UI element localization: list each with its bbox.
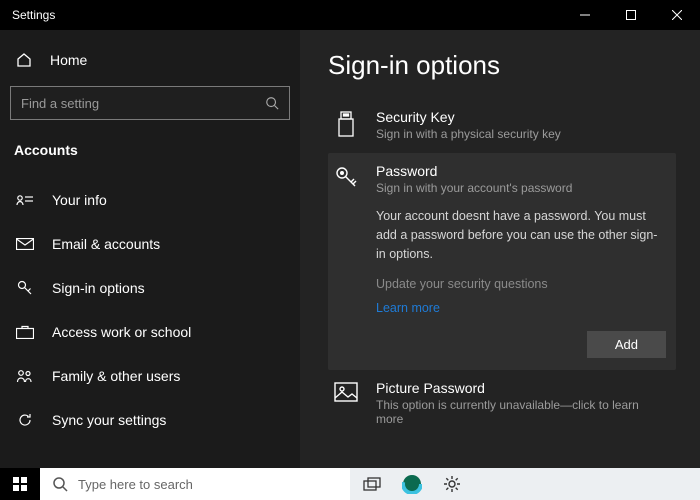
maximize-button[interactable] bbox=[608, 0, 654, 30]
close-button[interactable] bbox=[654, 0, 700, 30]
option-subtitle: Sign in with your account's password bbox=[376, 181, 666, 195]
option-title: Picture Password bbox=[376, 380, 666, 396]
person-card-icon bbox=[16, 193, 34, 207]
update-questions-link[interactable]: Update your security questions bbox=[376, 277, 666, 291]
home-icon bbox=[16, 52, 32, 68]
people-icon bbox=[16, 369, 34, 383]
sidebar: Home Accounts Your info bbox=[0, 30, 300, 468]
mail-icon bbox=[16, 238, 34, 250]
minimize-button[interactable] bbox=[562, 0, 608, 30]
add-button[interactable]: Add bbox=[587, 331, 666, 358]
taskbar: Type here to search bbox=[0, 468, 700, 500]
nav-label: Sign-in options bbox=[52, 280, 145, 296]
search-icon bbox=[265, 96, 279, 110]
nav-label: Email & accounts bbox=[52, 236, 160, 252]
picture-icon bbox=[332, 380, 360, 426]
option-security-key[interactable]: Security Key Sign in with a physical sec… bbox=[328, 99, 676, 153]
start-button[interactable] bbox=[0, 468, 40, 500]
option-password[interactable]: Password Sign in with your account's pas… bbox=[328, 153, 676, 370]
briefcase-icon bbox=[16, 325, 34, 339]
nav-list: Your info Email & accounts Sign-in optio… bbox=[0, 178, 300, 442]
option-title: Password bbox=[376, 163, 666, 179]
nav-label: Sync your settings bbox=[52, 412, 166, 428]
window-controls bbox=[562, 0, 700, 30]
home-label: Home bbox=[50, 52, 87, 68]
option-title: Security Key bbox=[376, 109, 666, 125]
option-subtitle: Sign in with a physical security key bbox=[376, 127, 666, 141]
taskbar-search-placeholder: Type here to search bbox=[78, 477, 193, 492]
nav-family-users[interactable]: Family & other users bbox=[0, 354, 300, 398]
home-nav[interactable]: Home bbox=[0, 40, 300, 80]
nav-access-work-school[interactable]: Access work or school bbox=[0, 310, 300, 354]
nav-label: Your info bbox=[52, 192, 107, 208]
nav-sync-settings[interactable]: Sync your settings bbox=[0, 398, 300, 442]
sync-icon bbox=[16, 412, 34, 428]
nav-your-info[interactable]: Your info bbox=[0, 178, 300, 222]
search-input[interactable] bbox=[21, 96, 253, 111]
category-heading: Accounts bbox=[0, 130, 300, 168]
sidebar-search[interactable] bbox=[10, 86, 290, 120]
main-content: Sign-in options Security Key Sign in wit… bbox=[300, 30, 700, 468]
edge-icon[interactable] bbox=[394, 468, 430, 500]
key-icon bbox=[16, 279, 34, 297]
page-heading: Sign-in options bbox=[328, 50, 676, 81]
taskbar-search[interactable]: Type here to search bbox=[40, 468, 350, 500]
option-picture-password[interactable]: Picture Password This option is currentl… bbox=[328, 370, 676, 438]
titlebar: Settings bbox=[0, 0, 700, 30]
window-title: Settings bbox=[12, 8, 55, 22]
option-subtitle: This option is currently unavailable—cli… bbox=[376, 398, 666, 426]
search-icon bbox=[52, 476, 68, 492]
nav-label: Family & other users bbox=[52, 368, 180, 384]
nav-signin-options[interactable]: Sign-in options bbox=[0, 266, 300, 310]
password-body-text: Your account doesnt have a password. You… bbox=[376, 207, 666, 263]
key-icon bbox=[332, 163, 360, 358]
nav-email-accounts[interactable]: Email & accounts bbox=[0, 222, 300, 266]
settings-icon[interactable] bbox=[434, 468, 470, 500]
task-view-button[interactable] bbox=[354, 468, 390, 500]
nav-label: Access work or school bbox=[52, 324, 191, 340]
learn-more-link[interactable]: Learn more bbox=[376, 301, 666, 315]
usb-icon bbox=[332, 109, 360, 141]
